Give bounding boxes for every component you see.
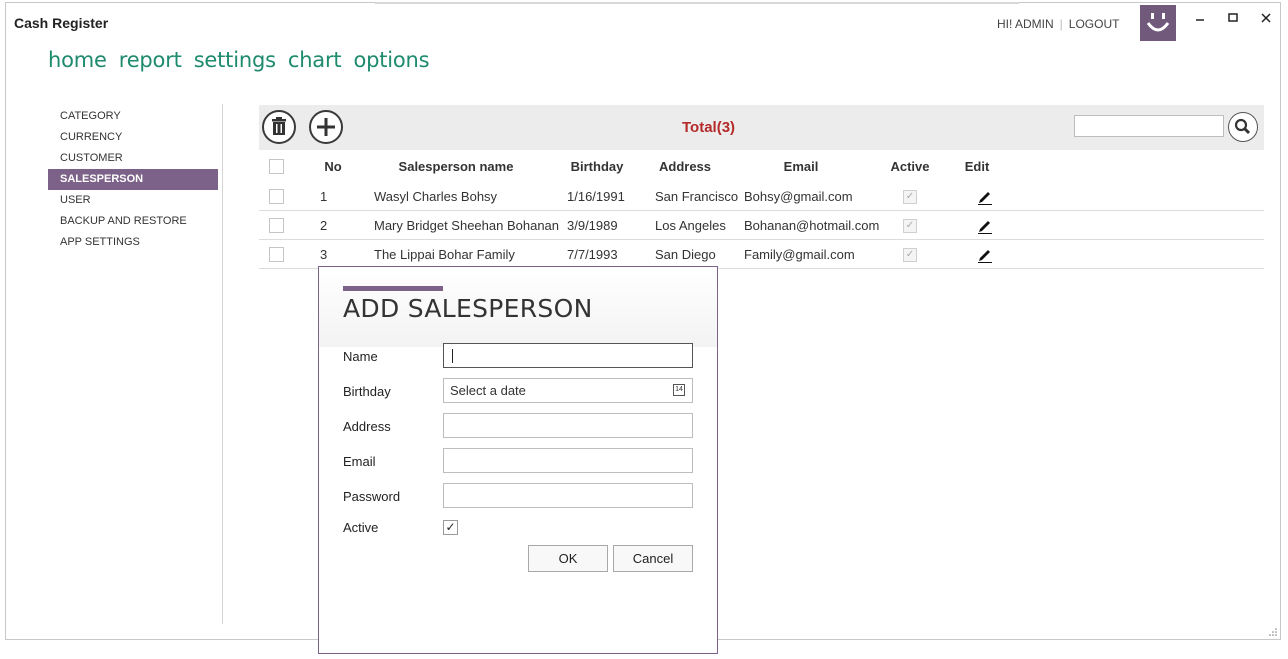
name-field[interactable] — [443, 343, 693, 368]
row-no: 2 — [320, 218, 328, 233]
row-select-checkbox[interactable] — [269, 218, 284, 233]
active-label: Active — [343, 520, 379, 535]
pencil-edit-icon[interactable] — [976, 245, 994, 263]
trash-icon — [272, 117, 286, 135]
column-header-name[interactable]: Salesperson name — [371, 152, 541, 182]
titlebar-strip — [375, 2, 1019, 4]
sidebar-item-category[interactable]: CATEGORY — [48, 106, 218, 127]
table-header: No Salesperson name Birthday Address Ema… — [259, 152, 1264, 182]
email-field[interactable] — [443, 448, 693, 473]
minimize-button[interactable] — [1192, 10, 1208, 26]
row-birthday: 1/16/1991 — [567, 189, 625, 204]
search-input[interactable] — [1074, 115, 1224, 137]
nav-settings[interactable]: settings — [194, 48, 276, 72]
sidebar-item-backup-restore[interactable]: BACKUP AND RESTORE — [48, 211, 218, 232]
sidebar-item-salesperson[interactable]: SALESPERSON — [48, 169, 218, 190]
row-address: Los Angeles — [655, 218, 726, 233]
column-header-active[interactable]: Active — [885, 152, 935, 182]
table-row[interactable]: 3 The Lippai Bohar Family 7/7/1993 San D… — [259, 240, 1264, 269]
cancel-button[interactable]: Cancel — [613, 545, 693, 572]
sidebar-item-user[interactable]: USER — [48, 190, 218, 211]
delete-button[interactable] — [262, 110, 296, 144]
column-header-edit: Edit — [964, 159, 990, 174]
birthday-placeholder: Select a date — [450, 383, 526, 398]
row-address: San Diego — [655, 247, 716, 262]
email-label: Email — [343, 454, 376, 469]
row-name: Mary Bridget Sheehan Bohanan — [374, 218, 560, 233]
table-row[interactable]: 1 Wasyl Charles Bohsy 1/16/1991 San Fran… — [259, 182, 1264, 211]
pencil-edit-icon[interactable] — [976, 216, 994, 234]
app-title: Cash Register — [14, 15, 109, 31]
nav-home[interactable]: home — [48, 48, 107, 72]
settings-sidebar: CATEGORY CURRENCY CUSTOMER SALESPERSON U… — [48, 106, 218, 253]
nav-options[interactable]: options — [353, 48, 429, 72]
add-button[interactable] — [309, 110, 343, 144]
resize-grip-icon[interactable] — [1268, 627, 1278, 637]
row-name: The Lippai Bohar Family — [374, 247, 515, 262]
sidebar-item-app-settings[interactable]: APP SETTINGS — [48, 232, 218, 253]
row-no: 1 — [320, 189, 328, 204]
column-header-address[interactable]: Address — [647, 152, 723, 182]
magnifier-icon — [1234, 118, 1251, 135]
column-header-birthday[interactable]: Birthday — [559, 152, 635, 182]
dialog-accent-bar — [343, 286, 443, 291]
name-label: Name — [343, 349, 378, 364]
password-label: Password — [343, 489, 401, 504]
address-label: Address — [343, 419, 391, 434]
logout-link[interactable]: LOGOUT — [1069, 17, 1120, 31]
column-header-email[interactable]: Email — [751, 152, 851, 182]
total-count: Total(3) — [682, 119, 736, 136]
salesperson-table: No Salesperson name Birthday Address Ema… — [259, 152, 1264, 269]
pencil-edit-icon[interactable] — [976, 187, 994, 205]
row-active-checkbox: ✓ — [903, 219, 917, 233]
row-address: San Francisco — [655, 189, 739, 204]
row-email: Bohanan@hotmail.com — [744, 218, 880, 233]
row-active-checkbox: ✓ — [903, 190, 917, 204]
user-area: HI! ADMIN | LOGOUT — [997, 17, 1119, 31]
password-field[interactable] — [443, 483, 693, 508]
birthday-datepicker[interactable]: Select a date 14 — [443, 378, 693, 403]
row-birthday: 3/9/1989 — [567, 218, 618, 233]
row-active-checkbox: ✓ — [903, 248, 917, 262]
plus-icon — [317, 118, 335, 136]
row-select-checkbox[interactable] — [269, 189, 284, 204]
row-email: Bohsy@gmail.com — [744, 189, 853, 204]
row-name: Wasyl Charles Bohsy — [374, 189, 498, 204]
row-email: Family@gmail.com — [744, 247, 855, 262]
smiley-logo-icon — [1140, 5, 1176, 41]
ok-button[interactable]: OK — [528, 545, 608, 572]
birthday-label: Birthday — [343, 384, 391, 399]
select-all-checkbox[interactable] — [269, 159, 284, 174]
main-nav: home report settings chart options — [48, 48, 430, 72]
calendar-icon[interactable]: 14 — [673, 384, 685, 396]
nav-chart[interactable]: chart — [288, 48, 342, 72]
row-select-checkbox[interactable] — [269, 247, 284, 262]
dialog-title: ADD SALESPERSON — [343, 294, 593, 323]
user-greeting: HI! ADMIN — [997, 17, 1054, 31]
row-no: 3 — [320, 247, 328, 262]
toolbar: Total(3) — [259, 105, 1264, 150]
sidebar-item-currency[interactable]: CURRENCY — [48, 127, 218, 148]
sidebar-divider — [222, 104, 223, 624]
active-checkbox[interactable]: ✓ — [443, 520, 458, 535]
text-caret — [452, 349, 453, 363]
nav-report[interactable]: report — [119, 48, 182, 72]
table-row[interactable]: 2 Mary Bridget Sheehan Bohanan 3/9/1989 … — [259, 211, 1264, 240]
search-button[interactable] — [1228, 112, 1258, 142]
maximize-button[interactable] — [1225, 10, 1241, 26]
sidebar-item-customer[interactable]: CUSTOMER — [48, 148, 218, 169]
row-birthday: 7/7/1993 — [567, 247, 618, 262]
address-field[interactable] — [443, 413, 693, 438]
close-button[interactable] — [1258, 10, 1274, 26]
user-separator: | — [1059, 17, 1063, 31]
add-salesperson-dialog: ADD SALESPERSON Name Birthday Select a d… — [318, 266, 718, 654]
column-header-no[interactable]: No — [313, 152, 353, 182]
